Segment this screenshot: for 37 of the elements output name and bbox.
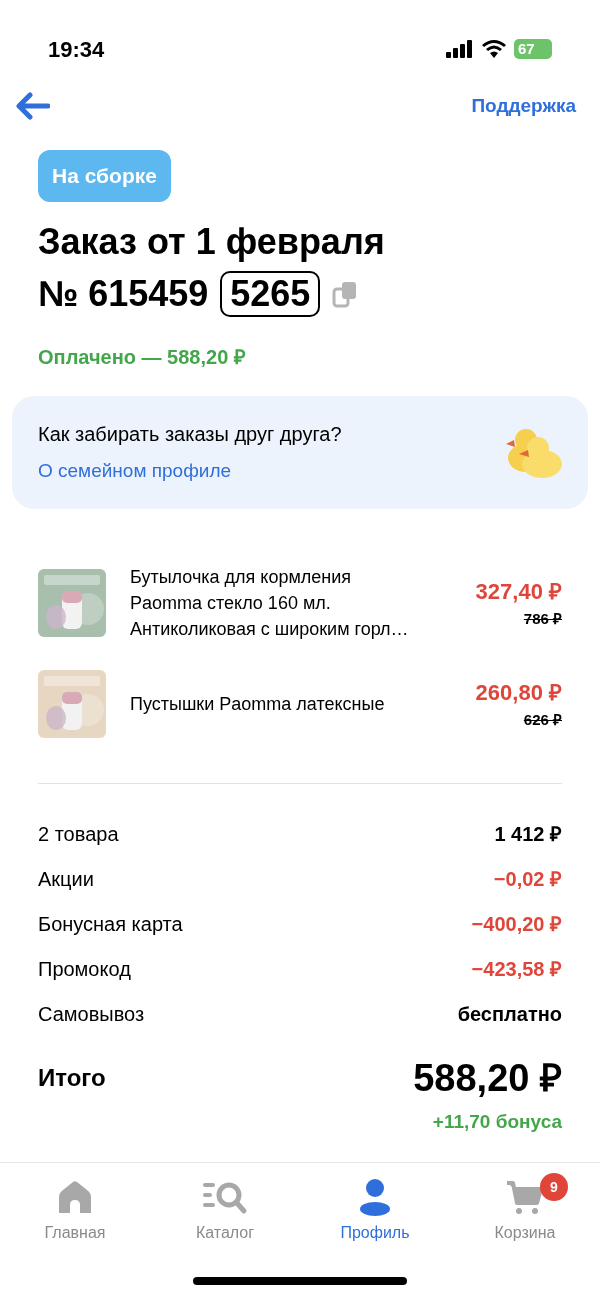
summary-label: Акции bbox=[38, 866, 94, 892]
family-profile-card[interactable]: Как забирать заказы друг друга? О семейном профиле bbox=[12, 395, 588, 509]
payment-status: Оплачено — 588,20 ₽ bbox=[38, 344, 247, 370]
tab-bar-item[interactable]: Профиль bbox=[300, 1177, 450, 1245]
pickup-code: 5265 bbox=[220, 270, 321, 317]
summary-value: −400,20 ₽ bbox=[471, 911, 562, 937]
back-arrow-icon[interactable] bbox=[16, 92, 50, 120]
status-badge: На сборке bbox=[38, 150, 171, 202]
summary-value: 1 412 ₽ bbox=[494, 821, 562, 847]
summary-value: бесплатно bbox=[457, 1001, 562, 1027]
card-question: Как забирать заказы друг друга? bbox=[38, 421, 342, 447]
signal-icon bbox=[446, 40, 474, 58]
product-name[interactable]: Бутылочка для кормления Paomma стекло 160 мл. Антиколиковая с широким горл… bbox=[130, 563, 423, 642]
status-time: 19:34 bbox=[48, 35, 105, 64]
summary-label: Самовывоз bbox=[38, 1001, 145, 1027]
summary-label: Промокод bbox=[38, 956, 131, 982]
order-title: Заказ от 1 февраля bbox=[38, 219, 386, 264]
total-value: 588,20 ₽ bbox=[413, 1055, 562, 1100]
product-name[interactable]: Пустышки Paomma латексные bbox=[130, 690, 423, 717]
family-profile-link[interactable]: О семейном профиле bbox=[38, 456, 342, 486]
order-number: № 615459 bbox=[38, 271, 209, 316]
tab-bar-item[interactable]: Главная bbox=[0, 1177, 150, 1245]
product-price: 327,40 ₽ bbox=[475, 577, 562, 606]
battery-level: 67 bbox=[514, 39, 552, 59]
tab-bar-item[interactable]: Каталог bbox=[150, 1177, 300, 1245]
cart-count-badge: 9 bbox=[540, 1173, 568, 1201]
summary-label: 2 товара bbox=[38, 821, 119, 847]
product-price: 260,80 ₽ bbox=[475, 678, 562, 707]
wifi-icon bbox=[482, 40, 506, 58]
total-label: Итого bbox=[38, 1062, 106, 1093]
summary-label: Бонусная карта bbox=[38, 911, 183, 937]
summary-value: −423,58 ₽ bbox=[471, 956, 562, 982]
old-price: 626 ₽ bbox=[523, 709, 562, 730]
old-price: 786 ₽ bbox=[523, 608, 562, 629]
summary-value: −0,02 ₽ bbox=[493, 866, 562, 892]
support-link[interactable]: Поддержка bbox=[471, 91, 576, 121]
bonus-earned: +11,70 бонуса bbox=[432, 1109, 562, 1134]
